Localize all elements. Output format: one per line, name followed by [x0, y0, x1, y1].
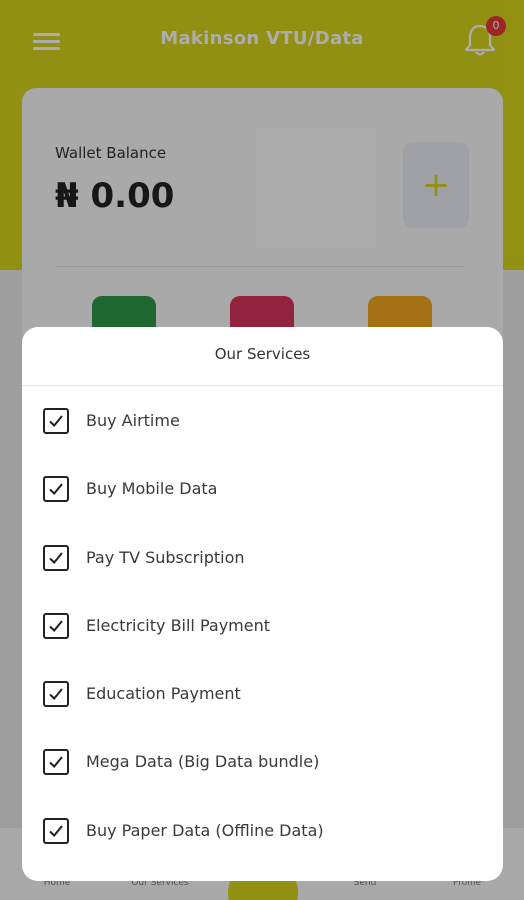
service-list: Buy Airtime Buy Mobile Data Pay TV Subsc… — [22, 386, 503, 864]
service-item-buy-mobile-data[interactable]: Buy Mobile Data — [22, 454, 503, 522]
checkbox-checked-icon[interactable] — [43, 612, 69, 639]
checkbox-checked-icon[interactable] — [43, 749, 69, 776]
service-item-education[interactable]: Education Payment — [22, 659, 503, 727]
service-label: Buy Paper Data (Offline Data) — [86, 820, 324, 840]
dialog-title: Our Services — [214, 345, 311, 363]
checkbox-checked-icon[interactable] — [43, 408, 69, 434]
checkbox-checked-icon[interactable] — [43, 681, 69, 708]
service-label: Mega Data (Big Data bundle) — [86, 752, 320, 772]
service-label: Education Payment — [86, 684, 241, 704]
service-item-electricity[interactable]: Electricity Bill Payment — [22, 591, 503, 659]
service-item-buy-airtime[interactable]: Buy Airtime — [22, 386, 503, 454]
checkbox-checked-icon[interactable] — [43, 817, 69, 844]
service-label: Buy Mobile Data — [86, 479, 218, 499]
checkbox-checked-icon[interactable] — [43, 544, 69, 571]
service-item-pay-tv[interactable]: Pay TV Subscription — [22, 523, 503, 591]
service-item-mega-data[interactable]: Mega Data (Big Data bundle) — [22, 727, 503, 795]
service-label: Electricity Bill Payment — [86, 615, 271, 635]
services-dialog: Our Services Buy Airtime Buy Mobile Data… — [22, 327, 503, 881]
service-label: Pay TV Subscription — [86, 547, 245, 567]
service-item-paper-data[interactable]: Buy Paper Data (Offline Data) — [22, 796, 503, 864]
checkbox-checked-icon[interactable] — [43, 476, 69, 503]
service-label: Buy Airtime — [86, 411, 180, 430]
